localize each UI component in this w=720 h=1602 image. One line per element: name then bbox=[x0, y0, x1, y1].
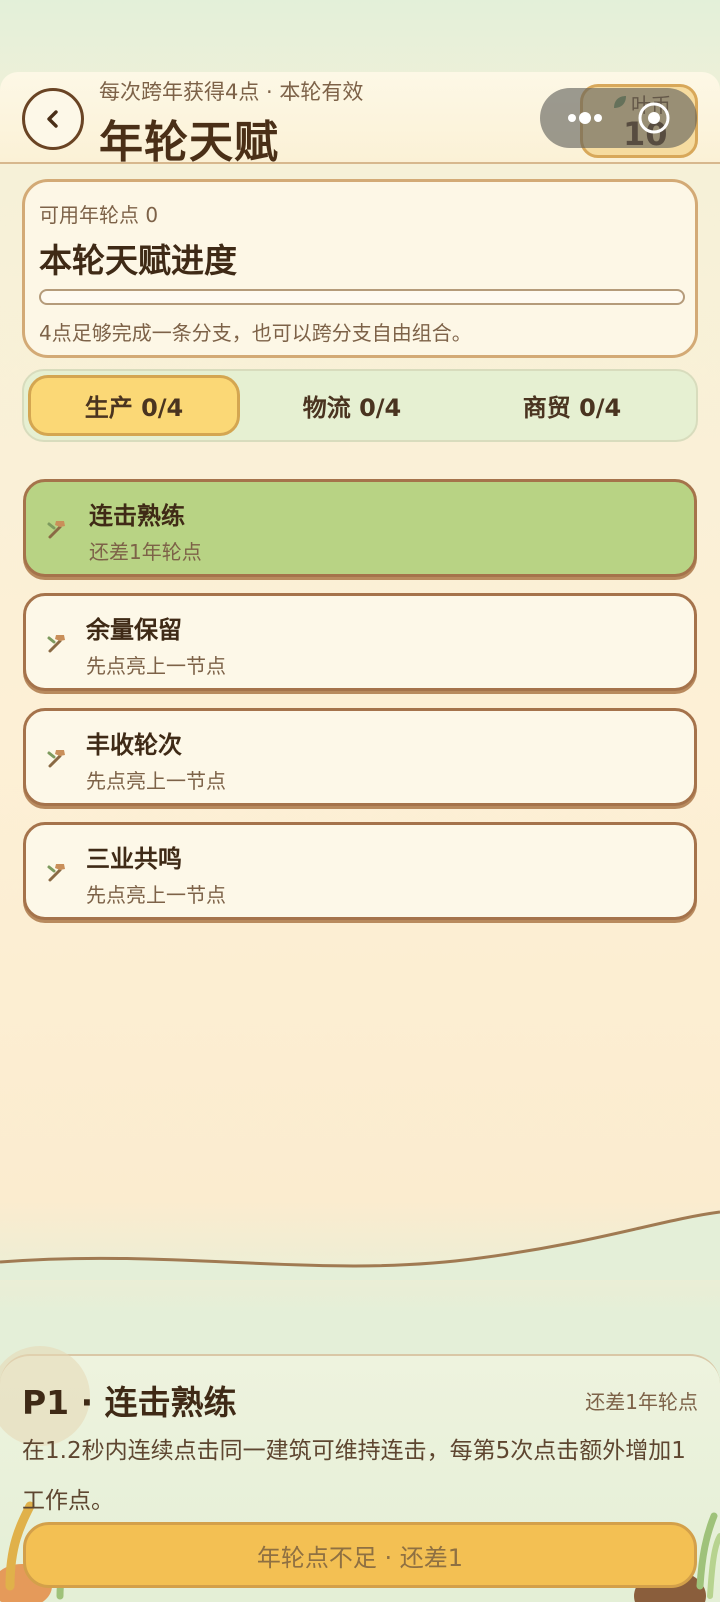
back-button[interactable] bbox=[22, 88, 84, 150]
progress-bar bbox=[39, 289, 685, 305]
detail-title: P1 · 连击熟练 bbox=[22, 1383, 237, 1422]
target-circle-icon[interactable] bbox=[636, 100, 672, 136]
talent-item-harvest-round[interactable]: 丰收轮次 先点亮上一节点 bbox=[23, 708, 697, 806]
talent-status: 还差1年轮点 bbox=[89, 540, 202, 564]
tab-production[interactable]: 生产 0/4 bbox=[28, 375, 240, 436]
talent-name: 连击熟练 bbox=[89, 502, 185, 530]
talent-item-combo-mastery[interactable]: 连击熟练 还差1年轮点 bbox=[23, 479, 697, 577]
branch-tabs: 生产 0/4 物流 0/4 商贸 0/4 bbox=[22, 369, 698, 442]
tab-logistics[interactable]: 物流 0/4 bbox=[246, 375, 458, 436]
hammer-icon bbox=[47, 521, 65, 539]
hammer-icon bbox=[47, 864, 65, 882]
talent-name: 丰收轮次 bbox=[86, 731, 182, 759]
hammer-icon bbox=[47, 750, 65, 768]
talent-name: 三业共鸣 bbox=[86, 845, 182, 873]
talent-status: 先点亮上一节点 bbox=[86, 654, 226, 678]
talent-status: 先点亮上一节点 bbox=[86, 883, 226, 907]
page-title: 年轮天赋 bbox=[99, 117, 279, 168]
detail-status: 还差1年轮点 bbox=[585, 1390, 698, 1414]
chevron-left-icon bbox=[47, 110, 58, 128]
hill-wave-divider bbox=[0, 1210, 720, 1280]
detail-description: 在1.2秒内连续点击同一建筑可维持连击，每第5次点击额外增加1工作点。 bbox=[22, 1438, 686, 1514]
talent-item-three-industry-resonance[interactable]: 三业共鸣 先点亮上一节点 bbox=[23, 822, 697, 920]
tab-trade[interactable]: 商贸 0/4 bbox=[466, 375, 678, 436]
hammer-icon bbox=[47, 635, 65, 653]
progress-title: 本轮天赋进度 bbox=[39, 241, 237, 280]
unlock-talent-button[interactable]: 年轮点不足 · 还差1 bbox=[23, 1522, 697, 1588]
talent-name: 余量保留 bbox=[86, 616, 182, 644]
talent-status: 先点亮上一节点 bbox=[86, 769, 226, 793]
more-dots-icon[interactable] bbox=[558, 88, 618, 148]
talent-progress-card: 可用年轮点 0 本轮天赋进度 4点足够完成一条分支，也可以跨分支自由组合。 bbox=[22, 179, 698, 358]
mini-program-capsule bbox=[540, 88, 697, 148]
talent-item-surplus-retain[interactable]: 余量保留 先点亮上一节点 bbox=[23, 593, 697, 691]
page-subtitle: 每次跨年获得4点 · 本轮有效 bbox=[99, 80, 364, 104]
page-header: 每次跨年获得4点 · 本轮有效 年轮天赋 叶币 10 bbox=[0, 72, 720, 168]
available-points-label: 可用年轮点 0 bbox=[39, 203, 159, 227]
progress-hint: 4点足够完成一条分支，也可以跨分支自由组合。 bbox=[39, 321, 472, 345]
